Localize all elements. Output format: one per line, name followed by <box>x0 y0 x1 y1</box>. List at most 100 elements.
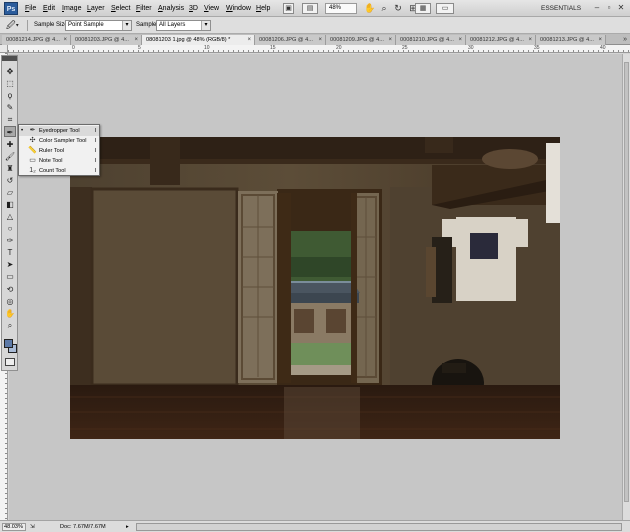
options-bar: 🖉▾ Sample Size: Point Sample ▾ Sample: A… <box>0 17 630 34</box>
crop-tool-icon[interactable]: ⌗ <box>4 114 16 125</box>
eraser-tool-icon[interactable]: ▱ <box>4 187 16 198</box>
flyout-item-note[interactable]: ▭ Note Tool I <box>19 156 99 166</box>
options-separator <box>27 20 28 31</box>
maximize-icon[interactable]: ▫ <box>604 2 614 13</box>
gradient-tool-icon[interactable]: ◧ <box>4 199 16 210</box>
tab-document[interactable]: 00081213.JPG @ 4... × <box>536 35 606 45</box>
chevron-down-icon: ▾ <box>122 21 131 30</box>
flyout-item-eyedropper[interactable]: • ✒ Eyedropper Tool I <box>19 126 99 136</box>
tab-label: 00081203.JPG @ 4... <box>75 37 129 43</box>
workspace-switcher[interactable]: ESSENTIALS <box>541 3 596 14</box>
close-tab-icon[interactable]: × <box>598 35 602 45</box>
healing-brush-tool-icon[interactable]: ✚ <box>4 139 16 150</box>
status-info-icon[interactable]: ⇲ <box>30 523 35 531</box>
ruler-label: 35 <box>534 45 540 51</box>
flyout-item-shortcut: I <box>94 148 96 154</box>
panel-grip[interactable] <box>2 56 17 61</box>
move-tool-icon[interactable]: ✥ <box>4 66 16 77</box>
close-tab-icon[interactable]: × <box>247 35 251 45</box>
close-tab-icon[interactable]: × <box>134 35 138 45</box>
color-sampler-icon: ✣ <box>29 137 36 144</box>
tool-preset-icon[interactable]: 🖉▾ <box>6 20 22 31</box>
shape-tool-icon[interactable]: ▭ <box>4 271 16 282</box>
close-tab-icon[interactable]: × <box>63 35 67 45</box>
quick-mask-icon[interactable] <box>5 358 15 366</box>
zoom-tool-icon[interactable]: ⌕ <box>378 3 390 14</box>
tab-document[interactable]: 00081212.JPG @ 4... × <box>466 35 536 45</box>
ruler-label: 30 <box>468 45 474 51</box>
ruler-origin[interactable] <box>0 45 8 53</box>
minimize-icon[interactable]: – <box>592 2 602 13</box>
type-tool-icon[interactable]: T <box>4 247 16 258</box>
ruler-icon: 📏 <box>28 147 37 154</box>
close-icon[interactable]: ✕ <box>616 2 626 13</box>
vertical-scrollbar[interactable] <box>622 54 630 520</box>
ruler-label: 5 <box>138 45 141 51</box>
hand-tool-icon[interactable]: ✋ <box>364 3 376 14</box>
eyedropper-tool-icon[interactable]: ✒ <box>4 126 16 137</box>
launch-bridge-icon[interactable]: ▣ <box>283 3 294 14</box>
zoom-tool-icon[interactable]: ⌕ <box>4 320 16 331</box>
menu-filter[interactable]: Filter <box>136 4 152 13</box>
history-brush-tool-icon[interactable]: ↺ <box>4 175 16 186</box>
blur-tool-icon[interactable]: △ <box>4 211 16 222</box>
menu-edit[interactable]: Edit <box>43 4 55 13</box>
dodge-tool-icon[interactable]: ○ <box>4 223 16 234</box>
menu-file[interactable]: File <box>25 4 36 13</box>
flyout-item-ruler[interactable]: 📏 Ruler Tool I <box>19 146 99 156</box>
brush-tool-icon[interactable]: 🖌 <box>4 151 16 162</box>
tab-document-active[interactable]: 08081203 1.jpg @ 48% (RGB/8) * × <box>142 35 255 45</box>
room-photo <box>70 137 560 439</box>
flyout-item-label: Eyedropper Tool <box>39 128 80 134</box>
tab-document[interactable]: 00081203.JPG @ 4... × <box>71 35 142 45</box>
tab-label: 00081210.JPG @ 4... <box>400 37 454 43</box>
menu-analysis[interactable]: Analysis <box>158 4 184 13</box>
pen-tool-icon[interactable]: ✑ <box>4 235 16 246</box>
document-image[interactable] <box>70 137 560 439</box>
tab-document[interactable]: 00081210.JPG @ 4... × <box>396 35 466 45</box>
scroll-thumb[interactable] <box>624 62 629 502</box>
view-extras-icon[interactable]: ▤ <box>302 3 318 14</box>
3d-rotate-tool-icon[interactable]: ⟲ <box>4 284 16 295</box>
clone-stamp-tool-icon[interactable]: ♜ <box>4 163 16 174</box>
flyout-item-count[interactable]: 1₂ Count Tool I <box>19 166 99 176</box>
rotate-view-icon[interactable]: ↻ <box>392 3 404 14</box>
marquee-tool-icon[interactable]: ⬚ <box>4 78 16 89</box>
zoom-level-select[interactable]: 48% <box>325 3 357 14</box>
tab-document[interactable]: 00081214.JPG @ 4... × <box>2 35 71 45</box>
close-tab-icon[interactable]: × <box>388 35 392 45</box>
menu-help[interactable]: Help <box>256 4 270 13</box>
arrange-documents-icon[interactable]: ▦ <box>415 3 431 14</box>
path-selection-tool-icon[interactable]: ➤ <box>4 259 16 270</box>
menu-window[interactable]: Window <box>226 4 251 13</box>
3d-orbit-tool-icon[interactable]: ◎ <box>4 296 16 307</box>
close-tab-icon[interactable]: × <box>528 35 532 45</box>
status-menu-arrow-icon[interactable]: ▸ <box>126 523 129 531</box>
horizontal-ruler[interactable]: 0 5 10 15 20 25 30 35 40 <box>8 45 630 53</box>
close-tab-icon[interactable]: × <box>318 35 322 45</box>
lasso-tool-icon[interactable]: ϙ <box>4 90 16 101</box>
hand-tool-icon[interactable]: ✋ <box>4 308 16 319</box>
screen-mode-icon[interactable]: ▭ <box>436 3 454 14</box>
menu-view[interactable]: View <box>204 4 219 13</box>
eyedropper-icon: ✒ <box>29 127 36 134</box>
menu-3d[interactable]: 3D <box>189 4 198 13</box>
horizontal-scrollbar[interactable] <box>136 523 622 531</box>
sample-size-select[interactable]: Point Sample ▾ <box>65 20 132 31</box>
menu-layer[interactable]: Layer <box>87 4 105 13</box>
status-bar: 48.03% ⇲ Doc: 7.67M/7.67M ▸ <box>0 520 630 532</box>
quick-selection-tool-icon[interactable]: ✎ <box>4 102 16 113</box>
tab-document[interactable]: 00081209.JPG @ 4... × <box>326 35 396 45</box>
foreground-color-swatch[interactable] <box>4 339 13 348</box>
ruler-label: 15 <box>270 45 276 51</box>
menu-bar: Ps File Edit Image Layer Select Filter A… <box>0 0 630 17</box>
tabs-overflow-icon[interactable]: » <box>623 35 627 45</box>
flyout-item-color-sampler[interactable]: ✣ Color Sampler Tool I <box>19 136 99 146</box>
menu-image[interactable]: Image <box>62 4 81 13</box>
chevron-down-icon: ▾ <box>201 21 210 30</box>
zoom-percentage-field[interactable]: 48.03% <box>2 523 26 531</box>
menu-select[interactable]: Select <box>111 4 130 13</box>
close-tab-icon[interactable]: × <box>458 35 462 45</box>
sample-select[interactable]: All Layers ▾ <box>156 20 211 31</box>
tab-document[interactable]: 00081206.JPG @ 4... × <box>255 35 326 45</box>
